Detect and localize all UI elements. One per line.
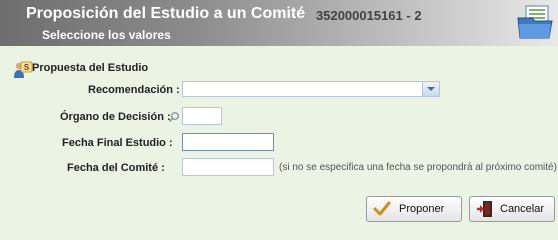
header-bar: Proposición del Estudio a un Comité 3520…: [0, 0, 558, 46]
exit-door-icon: [477, 201, 492, 217]
svg-text:S: S: [24, 63, 30, 72]
organo-field[interactable]: [182, 107, 222, 125]
magnifier-icon[interactable]: [168, 111, 180, 123]
checkmark-icon: [373, 201, 391, 216]
users-sign-icon: S: [14, 61, 33, 78]
fecha-comite-label: Fecha del Comité :: [67, 162, 165, 174]
cancelar-button[interactable]: Cancelar: [469, 196, 555, 222]
organo-label: Órgano de Decisión :: [60, 111, 171, 123]
proponer-button[interactable]: Proponer: [366, 196, 462, 222]
cancelar-label: Cancelar: [500, 203, 545, 215]
fecha-final-field[interactable]: [182, 133, 274, 151]
study-code: 352000015161 - 2: [316, 8, 422, 23]
recomendacion-label: Recomendación :: [88, 84, 180, 96]
recomendacion-select[interactable]: [182, 81, 440, 97]
fecha-comite-note: (si no se especifica una fecha se propon…: [279, 162, 557, 173]
page-subtitle: Seleccione los valores: [42, 28, 171, 42]
dropdown-button[interactable]: [422, 82, 439, 96]
fecha-comite-field[interactable]: [182, 158, 274, 176]
page-title: Proposición del Estudio a un Comité: [26, 5, 306, 22]
section-title: Propuesta del Estudio: [32, 62, 149, 74]
fecha-final-label: Fecha Final Estudio :: [62, 137, 173, 149]
proponer-label: Proponer: [399, 203, 445, 215]
chevron-down-icon: [427, 87, 435, 91]
folder-documents-icon: [517, 5, 553, 39]
